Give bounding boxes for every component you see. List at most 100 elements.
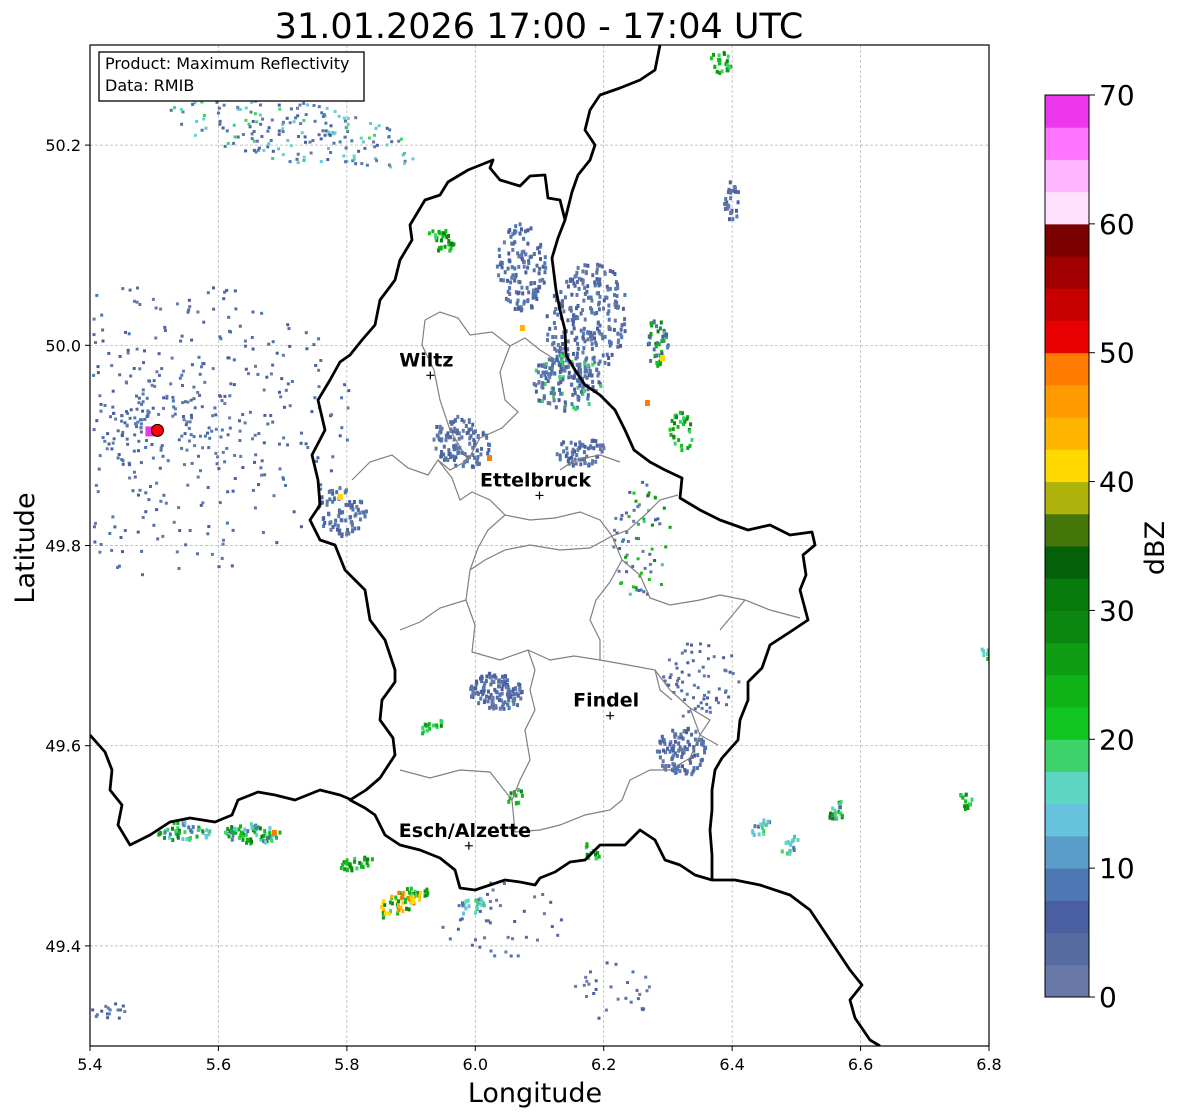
echo-pixel [520,257,524,262]
echo-pixel [410,898,415,904]
echo-pixel [680,670,684,674]
echo-pixel [289,107,293,111]
echo-pixel [337,114,341,118]
echo-pixel [164,501,168,505]
echo-pixel [510,265,514,270]
echo-pixel [299,441,303,445]
echo-pixel [342,116,346,120]
echo-pixel [691,659,695,663]
echo-pixel [263,829,267,833]
echo-pixel [220,428,224,432]
echo-pixel [158,466,162,470]
echo-pixel [302,155,306,159]
colorbar-swatch [1045,95,1089,128]
echo-pixel [139,461,143,465]
echo-pixel [92,333,96,337]
echo-pixel [316,456,320,460]
y-tick-label: 49.6 [45,737,81,756]
echo-pixel [597,380,601,385]
echo-pixel [288,404,292,408]
echo-pixel [534,389,538,394]
echo-pixel [363,514,367,519]
echo-pixel [137,449,140,453]
echo-pixel [120,458,124,461]
echo-pixel [452,458,456,462]
echo-pixel [193,406,197,410]
echo-pixel [461,464,465,469]
echo-pixel [522,264,526,269]
echo-pixel [594,439,598,444]
echo-pixel [171,414,175,418]
echo-pixel [223,290,227,294]
echo-pixel [465,431,469,436]
echo-pixel [507,799,511,804]
echo-pixel [492,680,496,685]
echo-pixel [213,406,217,410]
y-tick-label: 49.4 [45,937,81,956]
echo-pixel [409,886,413,891]
echo-pixel [124,330,127,334]
echo-pixel [128,288,132,292]
echo-pixel [572,375,576,380]
echo-pixel [624,555,628,559]
echo-pixel [337,531,341,536]
echo-pixel [509,694,513,699]
echo-pixel [171,399,175,403]
echo-pixel [457,450,461,455]
echo-pixel [982,653,986,658]
echo-pixel [598,331,602,336]
echo-pixel [590,342,594,346]
echo-pixel [542,364,546,369]
echo-pixel [180,434,184,438]
echo-pixel [387,911,391,916]
echo-pixel [649,570,653,574]
echo-pixel [339,866,343,871]
echo-pixel [603,271,607,276]
echo-pixel [118,355,122,358]
echo-pixel [243,827,247,832]
echo-pixel [418,897,422,902]
echo-pixel [131,489,135,493]
echo-pixel [278,107,282,111]
echo-pixel [596,281,600,286]
echo-pixel [536,246,540,251]
echo-pixel [522,299,526,304]
echo-pixel [474,910,477,915]
echo-pixel [642,590,646,594]
echo-pixel [157,352,161,356]
echo-pixel [259,466,263,470]
echo-pixel [696,766,699,771]
echo-pixel [718,60,722,65]
echo-pixel [503,700,507,705]
colorbar-swatch [1045,481,1089,515]
echo-pixel [602,306,605,311]
echo-pixel [643,566,647,570]
echo-pixel [524,252,528,257]
echo-pixel [552,321,556,325]
colorbar-label: dBZ [1140,521,1171,575]
echo-pixel [123,1010,127,1014]
echo-pixel [477,898,481,902]
echo-pixel [358,861,362,865]
echo-pixel [692,696,695,700]
echo-pixel [188,305,192,309]
echo-pixel [203,380,207,384]
echo-pixel [566,339,570,344]
echo-pixel [216,455,220,459]
echo-pixel [559,391,563,396]
echo-pixel [196,828,200,832]
echo-pixel [227,315,231,319]
echo-pixel [346,528,349,532]
echo-pixel [486,699,490,704]
echo-pixel [192,435,196,439]
echo-pixel [686,661,690,665]
echo-pixel [537,271,541,276]
echo-pixel [553,310,557,315]
echo-pixel [598,443,602,448]
echo-pixel [354,116,358,120]
echo-pixel [346,122,350,126]
echo-pixel [519,308,523,313]
echo-pixel [317,368,321,372]
echo-pixel [340,532,344,537]
echo-pixel [233,477,237,480]
